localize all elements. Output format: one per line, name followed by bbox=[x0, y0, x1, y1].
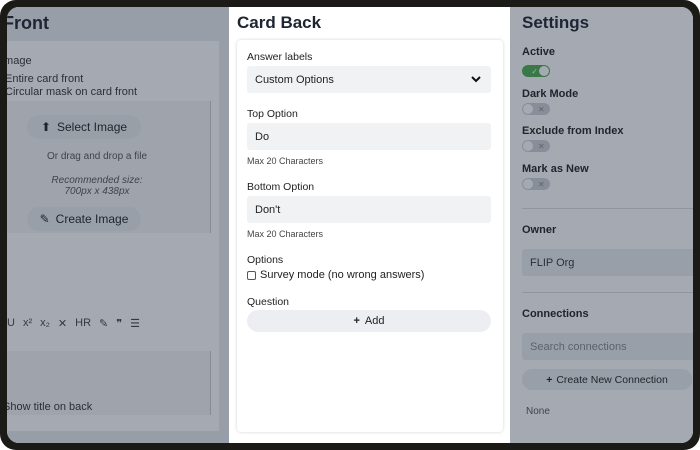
editor-window: Front Image Entire card front Circular m… bbox=[7, 7, 693, 443]
question-label: Question bbox=[247, 296, 290, 308]
left-overlay bbox=[7, 7, 229, 443]
answer-labels-value: Custom Options bbox=[255, 73, 334, 86]
chevron-down-icon bbox=[471, 76, 481, 83]
top-option-hint: Max 20 Characters bbox=[247, 156, 324, 166]
answer-labels-label: Answer labels bbox=[247, 51, 313, 63]
card-back-panel: Card Back Answer labels Custom Options T… bbox=[229, 7, 510, 443]
add-question-button[interactable]: + Add bbox=[247, 310, 491, 332]
bottom-option-input[interactable]: Don't bbox=[247, 196, 491, 223]
survey-mode-checkbox[interactable] bbox=[247, 270, 256, 280]
answer-labels-select[interactable]: Custom Options bbox=[247, 66, 491, 93]
card-back-form: Answer labels Custom Options Top Option … bbox=[237, 40, 503, 432]
bottom-option-value: Don't bbox=[255, 203, 281, 216]
card-back-title: Card Back bbox=[237, 13, 322, 32]
top-option-input[interactable]: Do bbox=[247, 123, 491, 150]
right-overlay bbox=[510, 7, 693, 443]
top-option-label: Top Option bbox=[247, 108, 298, 120]
plus-icon: + bbox=[353, 315, 360, 327]
options-label: Options bbox=[247, 254, 284, 266]
add-label: Add bbox=[364, 315, 385, 327]
top-option-value: Do bbox=[255, 130, 270, 143]
bottom-option-hint: Max 20 Characters bbox=[247, 229, 324, 239]
survey-mode-row[interactable]: Survey mode (no wrong answers) bbox=[247, 269, 424, 281]
bottom-option-label: Bottom Option bbox=[247, 181, 315, 193]
survey-mode-label: Survey mode (no wrong answers) bbox=[260, 269, 425, 281]
